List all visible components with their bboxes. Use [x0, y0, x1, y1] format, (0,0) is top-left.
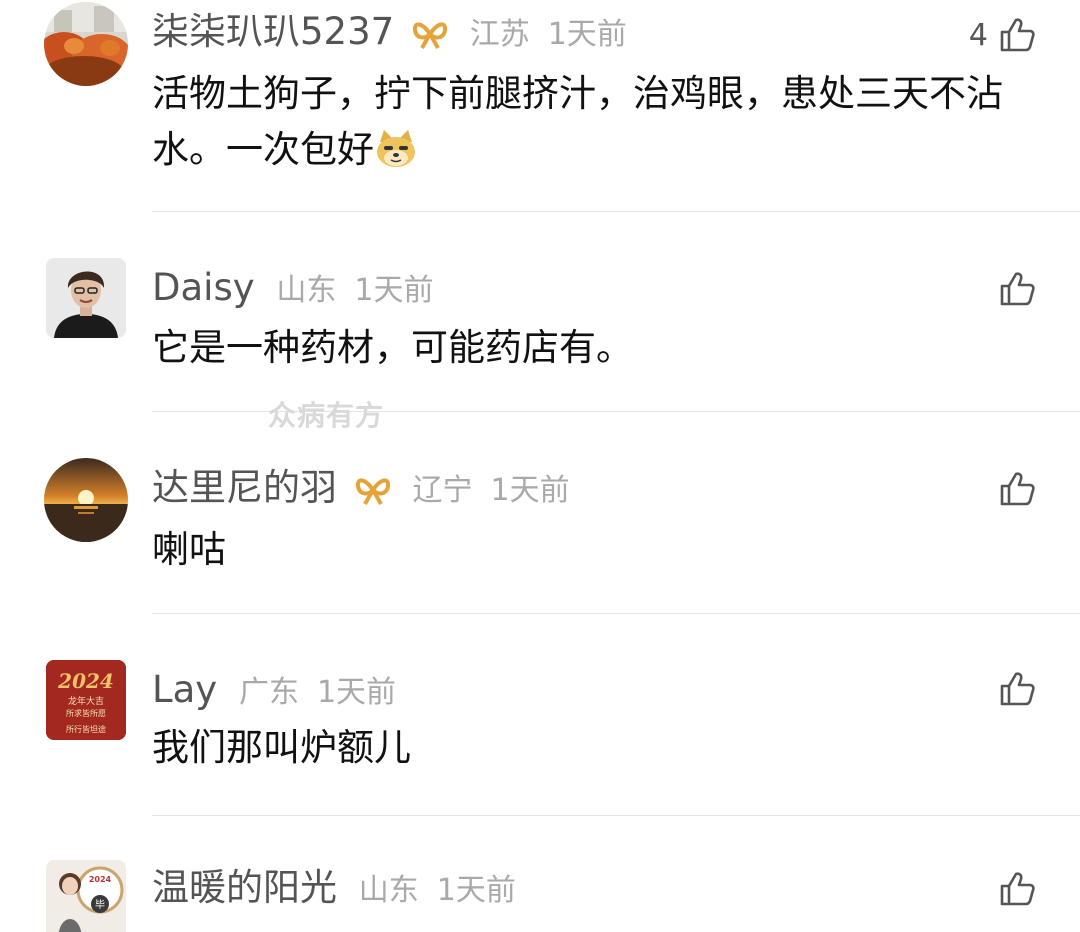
comment-author: 柒柒玐玐5237 江苏 1天前 [152, 8, 627, 59]
comment-meta: 山东 1天前 [359, 873, 516, 908]
location: 山东 [276, 273, 337, 308]
timestamp: 1天前 [490, 473, 570, 508]
comment-text: 喇咕 [152, 522, 1052, 578]
comment-text: 活物土狗子，拧下前腿挤汁，治鸡眼，患处三天不沾水。一次包好 [152, 66, 1052, 178]
author-name[interactable]: 达里尼的羽 [152, 466, 337, 509]
comment-meta: 江苏 1天前 [470, 17, 627, 52]
comment-item: 2024 龙年大吉 所求皆所愿 所行皆坦途 Lay 广东 1天前 我们那叫炉额儿 [0, 660, 1080, 810]
thumbs-up-icon [1000, 672, 1035, 706]
avatar-greeting-text: 所行皆坦途 [66, 724, 106, 734]
location: 辽宁 [412, 473, 473, 508]
gold-ribbon-badge-icon [412, 22, 447, 49]
comment-body: 活物土狗子，拧下前腿挤汁，治鸡眼，患处三天不沾水。一次包好 [152, 72, 1003, 171]
author-name[interactable]: Lay [152, 668, 217, 711]
thumbs-up-icon [1000, 872, 1035, 906]
author-name[interactable]: 温暖的阳光 [152, 866, 337, 909]
avatar-badge-text: 毕 [95, 898, 105, 911]
like-button[interactable] [998, 270, 1036, 308]
watermark-text: 众病有方 [268, 399, 385, 432]
like-button[interactable]: 4 [969, 16, 1036, 54]
comment-meta: 广东 1天前 [239, 675, 396, 710]
avatar-year-text: 2024 [89, 875, 112, 884]
comment-author: 温暖的阳光 山东 1天前 [152, 864, 516, 915]
comment-body: 我们那叫炉额儿 [152, 726, 411, 769]
thumbs-up-icon [1000, 18, 1035, 52]
author-name[interactable]: Daisy [152, 266, 255, 309]
comment-author: 达里尼的羽 辽宁 1天前 [152, 464, 570, 515]
like-count: 4 [968, 17, 988, 53]
avatar-greeting-text: 所求皆所愿 [66, 708, 106, 718]
thumbs-up-icon [1000, 472, 1035, 506]
avatar-year-text: 2024 [57, 669, 114, 693]
divider [152, 815, 1080, 816]
timestamp: 1天前 [547, 17, 627, 52]
comment-item: 达里尼的羽 辽宁 1天前 喇咕 [0, 458, 1080, 608]
avatar[interactable] [46, 258, 126, 338]
comment-item: Daisy 山东 1天前 它是一种药材，可能药店有。 [0, 258, 1080, 408]
timestamp: 1天前 [316, 675, 397, 710]
author-name[interactable]: 柒柒玐玐5237 [152, 10, 394, 53]
avatar[interactable]: 2024 毕 [46, 860, 126, 932]
timestamp: 1天前 [436, 873, 516, 908]
thumbs-up-icon [1000, 272, 1035, 306]
comment-body: 喇咕 [152, 528, 226, 571]
comment-meta: 山东 1天前 [276, 273, 433, 308]
gold-ribbon-badge-icon [355, 478, 390, 505]
comment-meta: 辽宁 1天前 [413, 473, 570, 508]
like-button[interactable] [998, 670, 1036, 708]
divider [152, 211, 1080, 212]
comment-item: 2024 毕 温暖的阳光 山东 1天前 [0, 860, 1080, 932]
avatar-greeting-text: 龙年大吉 [68, 695, 104, 707]
comment-text: 它是一种药材，可能药店有。 [152, 320, 1052, 376]
avatar[interactable] [44, 458, 128, 542]
divider [152, 613, 1080, 614]
avatar[interactable]: 2024 龙年大吉 所求皆所愿 所行皆坦途 [46, 660, 126, 740]
location: 广东 [238, 675, 299, 710]
timestamp: 1天前 [354, 273, 434, 308]
doge-emoji-icon [377, 130, 415, 167]
comment-author: Daisy 山东 1天前 [152, 264, 433, 315]
comment-item: 柒柒玐玐5237 江苏 1天前 4 活物土狗子，拧下前腿挤汁，治鸡眼，患处三天不沾… [0, 2, 1080, 212]
comment-body: 它是一种药材，可能药店有。 [152, 326, 633, 369]
comment-author: Lay 广东 1天前 [152, 666, 396, 717]
location: 山东 [358, 873, 419, 908]
comment-text: 我们那叫炉额儿 [152, 720, 1052, 776]
like-button[interactable] [998, 470, 1036, 508]
avatar[interactable] [44, 2, 128, 86]
like-button[interactable] [998, 870, 1036, 908]
location: 江苏 [469, 17, 530, 52]
